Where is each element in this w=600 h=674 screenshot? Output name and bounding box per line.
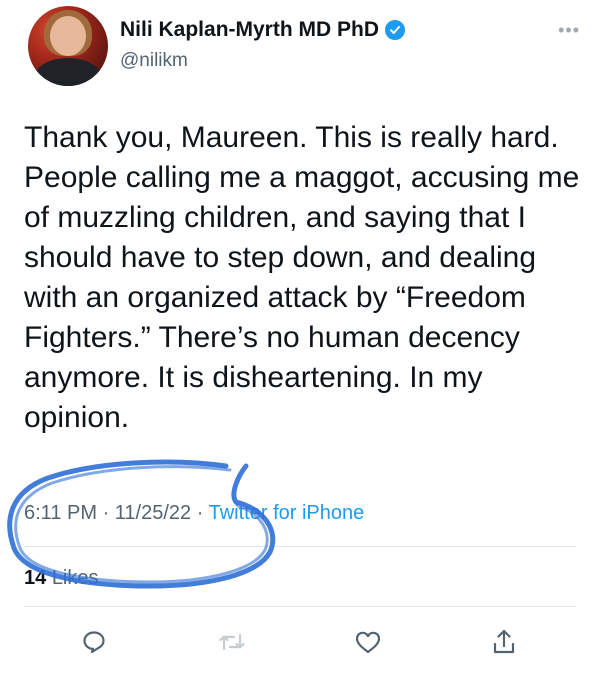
avatar-face [50, 16, 86, 56]
tweet-metadata: 6:11 PM · 11/25/22 · Twitter for iPhone [24, 502, 364, 525]
divider [24, 546, 576, 547]
likes-number: 14 [24, 567, 47, 589]
heart-icon[interactable] [352, 626, 384, 658]
avatar[interactable] [28, 6, 108, 86]
action-bar [0, 620, 600, 664]
verified-badge-icon [385, 20, 406, 40]
user-handle[interactable]: @nilikm [120, 50, 188, 72]
retweet-icon[interactable] [216, 626, 248, 658]
tweet-time[interactable]: 6:11 PM [24, 502, 97, 524]
meta-separator: · [196, 502, 204, 524]
share-icon[interactable] [488, 626, 520, 658]
reply-icon[interactable] [78, 626, 110, 658]
likes-label: Likes [51, 567, 99, 589]
tweet-header: Nili Kaplan-Myrth MD PhD @nilikm ••• [28, 6, 588, 86]
tweet-date[interactable]: 11/25/22 [115, 502, 191, 524]
more-options-icon[interactable]: ••• [558, 20, 580, 41]
tweet-source-link[interactable]: Twitter for iPhone [209, 502, 365, 524]
name-row: Nili Kaplan-Myrth MD PhD [120, 18, 406, 42]
likes-count[interactable]: 14 Likes [24, 567, 99, 590]
display-name[interactable]: Nili Kaplan-Myrth MD PhD [120, 18, 379, 42]
tweet-text: Thank you, Maureen. This is really hard.… [24, 121, 580, 434]
avatar-body [34, 58, 102, 86]
divider [24, 606, 576, 607]
meta-separator: · [102, 502, 110, 524]
